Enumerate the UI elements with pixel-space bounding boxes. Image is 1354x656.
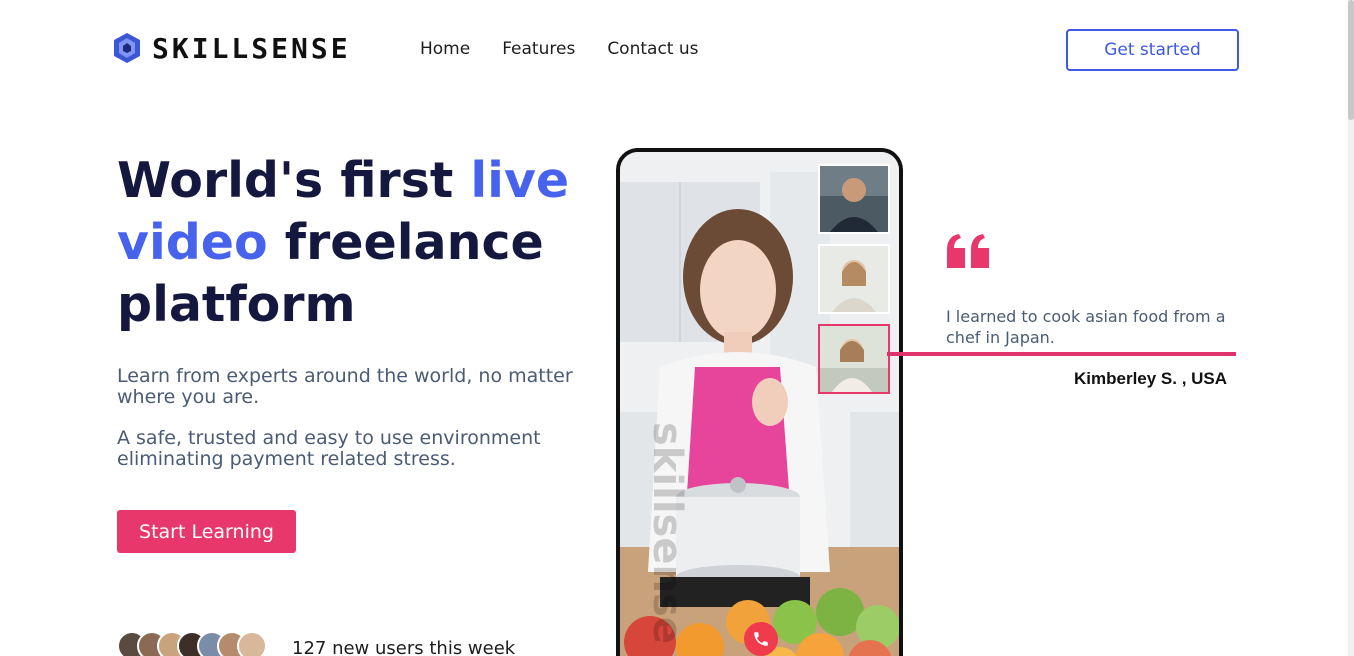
phone-mockup: skillsense — [616, 148, 903, 656]
avatar — [237, 631, 267, 656]
participant-thumbnail-1[interactable] — [818, 164, 890, 234]
page-scrollbar[interactable] — [1348, 0, 1354, 656]
hero-title-highlight-video: video — [117, 214, 268, 271]
hero-title: World's first live video freelance platfo… — [117, 150, 587, 336]
main-nav: Home Features Contact us — [420, 39, 699, 59]
user-avatars — [117, 631, 267, 656]
participant-woman-icon — [820, 246, 888, 312]
hero-paragraph-2: A safe, trusted and easy to use environm… — [117, 427, 541, 470]
logo[interactable]: SKILLSENSE — [110, 31, 351, 65]
testimonial-connector-line — [887, 352, 1236, 356]
quote-icon — [947, 234, 989, 268]
testimonial-quote: I learned to cook asian food from a chef… — [946, 307, 1226, 347]
logo-text: SKILLSENSE — [152, 31, 351, 65]
scrollbar-thumb[interactable] — [1348, 0, 1354, 120]
nav-contact-us[interactable]: Contact us — [607, 39, 698, 59]
nav-features[interactable]: Features — [502, 39, 575, 59]
participant-thumbnail-2[interactable] — [818, 244, 890, 314]
testimonial-author: Kimberley S. , USA — [1074, 369, 1228, 388]
logo-mark-icon — [114, 33, 140, 63]
new-users-count: 127 new users this week — [292, 638, 516, 656]
hero-paragraph-1: Learn from experts around the world, no … — [117, 365, 573, 408]
get-started-button[interactable]: Get started — [1066, 29, 1239, 71]
participant-man-icon — [820, 166, 888, 232]
participant-thumbnail-3-active[interactable] — [818, 324, 890, 394]
hero-title-part1: World's first — [117, 152, 471, 209]
start-learning-button[interactable]: Start Learning — [117, 510, 296, 553]
participant-woman-2-icon — [820, 326, 888, 392]
phone-call-icon[interactable] — [744, 622, 778, 656]
hero-title-highlight-live: live — [470, 152, 570, 209]
phone-handset-icon — [754, 632, 768, 646]
watermark-text: skillsense — [644, 422, 690, 644]
nav-home[interactable]: Home — [420, 39, 470, 59]
